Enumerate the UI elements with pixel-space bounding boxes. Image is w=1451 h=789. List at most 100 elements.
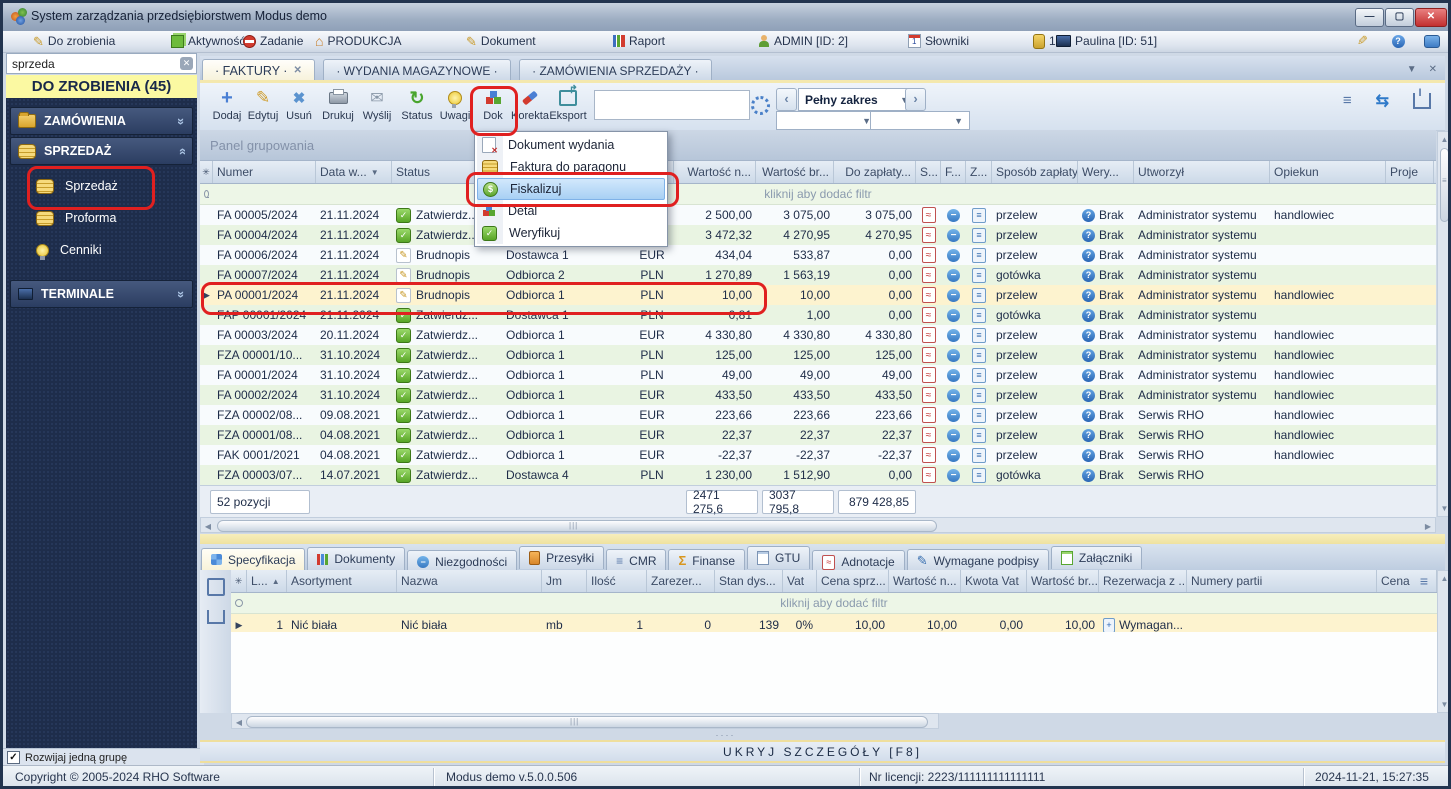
tab-wydania-magazynowe[interactable]: · WYDANIA MAGAZYNOWE · <box>323 59 511 81</box>
column-chooser-icon[interactable] <box>1413 87 1431 109</box>
toolbar-button-drukuj[interactable]: Drukuj <box>319 86 357 127</box>
detail-tab-za-aczniki[interactable]: Załączniki <box>1050 546 1143 569</box>
menu-item-do-zrobienia[interactable]: ✎ Do zrobienia <box>33 33 115 49</box>
menu-item-dokument[interactable]: ✎ Dokument <box>466 33 536 49</box>
detail-tab-przesy-ki[interactable]: Przesyłki <box>519 546 605 569</box>
menu-item-zadanie[interactable]: Zadanie <box>243 33 303 49</box>
column-header-vat[interactable]: Vat <box>783 570 817 592</box>
toolbar-button-wyslij[interactable]: ✉ Wyślij <box>358 86 396 127</box>
detail-vertical-scrollbar[interactable]: ▲ ▼ <box>1437 570 1448 713</box>
menu-item-produkcja[interactable]: ⌂ PRODUKCJA <box>315 33 401 49</box>
quill-icon[interactable]: ✎ <box>1353 33 1371 49</box>
filter-select-2[interactable]: ▼ <box>870 111 970 130</box>
table-row-fa-00003-2024[interactable]: FA 00003/2024 20.11.2024 ✓ Zatwierdz... Odbi… <box>200 325 1436 345</box>
column-header-wery[interactable]: Wery... <box>1078 161 1134 183</box>
sidebar-item-sprzedaz[interactable]: Sprzedaż <box>6 170 197 202</box>
help-icon[interactable]: ? <box>1389 33 1407 49</box>
table-row-fa-00006-2024[interactable]: FA 00006/2024 21.11.2024 ✎ Brudnopis Dostawc… <box>200 245 1436 265</box>
column-header-pay[interactable]: Sposób zapłaty <box>992 161 1078 183</box>
column-header-stan[interactable]: Stan dys... <box>715 570 783 592</box>
menu-item-weryfikuj[interactable]: ✓ Weryfikuj <box>477 222 665 244</box>
group-panel[interactable]: Panel grupowania <box>200 130 1436 161</box>
column-header-wb[interactable]: Wartość br... <box>1027 570 1099 592</box>
detail-horizontal-scrollbar[interactable]: ◀ ||| <box>231 713 939 729</box>
column-header-dz[interactable]: Do zapłaty... <box>834 161 916 183</box>
toolbar-button-dok[interactable]: Dok <box>474 86 512 127</box>
menu-item-admin-id-2[interactable]: ADMIN [ID: 2] <box>758 33 848 49</box>
filter-row[interactable]: kliknij aby dodać filtr <box>200 184 1436 205</box>
column-header-wn[interactable]: Wartość n... <box>674 161 756 183</box>
range-select[interactable]: Pełny zakres ▼ <box>798 88 916 111</box>
layout-icon[interactable] <box>207 578 225 596</box>
table-row-fap-00001-2024[interactable]: FAP 00001/2024 21.11.2024 ✓ Zatwierdz... Dos… <box>200 305 1436 325</box>
table-row-fak-0001-2021[interactable]: FAK 0001/2021 04.08.2021 ✓ Zatwierdz... Odbi… <box>200 445 1436 465</box>
column-header-zarez[interactable]: Zarezer... <box>647 570 715 592</box>
close-tab-icon[interactable]: ✕ <box>293 65 301 76</box>
detail-tab-dokumenty[interactable]: Dokumenty <box>307 547 406 570</box>
sidebar-group-terminale[interactable]: TERMINALE » <box>10 280 193 308</box>
tab-faktury[interactable]: · FAKTURY · ✕ <box>202 58 315 82</box>
column-header-f[interactable]: F... <box>941 161 966 183</box>
sidebar-group-zamowienia[interactable]: ZAMÓWIENIA » <box>10 107 193 135</box>
range-prev-button[interactable]: ‹ <box>776 88 797 111</box>
menu-item-detal[interactable]: Detal <box>477 200 665 222</box>
toolbar-button-uwagi[interactable]: Uwagi <box>436 86 474 127</box>
row-list-icon[interactable]: ≡ <box>1420 573 1428 589</box>
tab-strip-close-icon[interactable]: ✕ <box>1429 64 1437 75</box>
tab-zamowienia-sprzedazy[interactable]: · ZAMÓWIENIA SPRZEDAŻY · <box>519 59 712 81</box>
detail-tab-cmr[interactable]: ≡ CMR <box>606 549 667 572</box>
horizontal-scrollbar[interactable]: ◀ ||| ▶ <box>200 517 1436 533</box>
minimize-button[interactable]: — <box>1355 8 1384 27</box>
splitter-handle[interactable]: ···· <box>3 730 1448 740</box>
row-list-icon[interactable]: ≡ <box>1343 93 1352 108</box>
toolbar-button-edytuj[interactable]: ✎ Edytuj <box>244 86 282 127</box>
filter-row[interactable]: kliknij aby dodać filtr <box>231 593 1437 614</box>
sidebar-group-sprzedaz[interactable]: SPRZEDAŻ » <box>10 137 193 165</box>
table-row-fza-00003-07[interactable]: FZA 00003/07... 14.07.2021 ✓ Zatwierdz... Do… <box>200 465 1436 485</box>
column-header-wb[interactable]: Wartość br... <box>756 161 834 183</box>
chat-icon[interactable] <box>1423 33 1441 49</box>
column-header-opiekun[interactable]: Opiekun <box>1270 161 1386 183</box>
menu-item-aktywnosc[interactable]: Aktywność <box>171 33 245 49</box>
table-row-fza-00002-08[interactable]: FZA 00002/08... 09.08.2021 ✓ Zatwierdz... Od… <box>200 405 1436 425</box>
menu-item-1[interactable]: 1 <box>1033 33 1056 49</box>
column-chooser-icon[interactable] <box>207 610 225 624</box>
detail-tab-finanse[interactable]: Σ Finanse <box>668 548 745 572</box>
column-header-rez[interactable]: Rezerwacja z ... <box>1099 570 1187 592</box>
sidebar-item-proforma[interactable]: Proforma <box>6 202 197 234</box>
tab-list-dropdown-icon[interactable]: ▼ <box>1407 64 1417 75</box>
menu-item-s-owniki[interactable]: Słowniki <box>908 33 969 49</box>
column-header-data[interactable]: Data w... ▼ <box>316 161 392 183</box>
column-header-kvat[interactable]: Kwota Vat <box>961 570 1027 592</box>
column-header-proje[interactable]: Proje <box>1386 161 1434 183</box>
detail-tab-gtu[interactable]: GTU <box>747 546 811 569</box>
table-row-fa-00001-2024[interactable]: FA 00001/2024 31.10.2024 ✓ Zatwierdz... Odbi… <box>200 365 1436 385</box>
search-input[interactable] <box>6 53 197 74</box>
maximize-button[interactable]: ▢ <box>1385 8 1414 27</box>
table-row-fa-00002-2024[interactable]: FA 00002/2024 31.10.2024 ✓ Zatwierdz... Odbi… <box>200 385 1436 405</box>
table-row-pa-00001-2024[interactable]: ▶ PA 00001/2024 21.11.2024 ✎ Brudnopis Odbior… <box>200 285 1436 305</box>
toolbar-button-eksport[interactable]: Eksport <box>549 83 587 127</box>
toolbar-button-korekta[interactable]: Korekta <box>511 86 549 127</box>
menu-item-fiskalizuj[interactable]: $ Fiskalizuj <box>477 178 665 200</box>
clear-search-icon[interactable]: ✕ <box>180 57 193 70</box>
column-header-s[interactable]: S... <box>916 161 941 183</box>
detail-tab-specyfikacja[interactable]: Specyfikacja <box>201 547 306 571</box>
table-row-fa-00004-2024[interactable]: FA 00004/2024 21.11.2024 ✓ Zatwierdz... 3 47… <box>200 225 1436 245</box>
detail-tab-wymagane-podpisy[interactable]: ✎ Wymagane podpisy <box>906 549 1049 572</box>
column-header-cena[interactable]: Cena <box>1377 570 1437 592</box>
column-header-wn[interactable]: Wartość n... <box>889 570 961 592</box>
table-row-fa-00007-2024[interactable]: FA 00007/2024 21.11.2024 ✎ Brudnopis Odbiorc… <box>200 265 1436 285</box>
table-row-fa-00005-2024[interactable]: FA 00005/2024 21.11.2024 ✓ Zatwierdz... 2 50… <box>200 205 1436 225</box>
column-header-asortyment[interactable]: Asortyment <box>287 570 397 592</box>
toolbar-button-usun[interactable]: ✖ Usuń <box>280 86 318 127</box>
gear-icon[interactable] <box>751 96 770 115</box>
todo-banner[interactable]: DO ZROBIENIA (45) <box>6 75 197 98</box>
menu-item-raport[interactable]: Raport <box>613 33 665 49</box>
filter-select-1[interactable]: ▼ <box>776 111 878 130</box>
sidebar-item-cenniki[interactable]: Cenniki <box>6 234 197 266</box>
menu-item-paulina-id-51[interactable]: Paulina [ID: 51] <box>1056 33 1157 49</box>
table-row-fza-00001-08[interactable]: FZA 00001/08... 04.08.2021 ✓ Zatwierdz... Od… <box>200 425 1436 445</box>
hide-details-bar[interactable]: UKRYJ SZCZEGÓŁY [F8] <box>200 740 1445 763</box>
column-header-jm[interactable]: Jm <box>542 570 587 592</box>
